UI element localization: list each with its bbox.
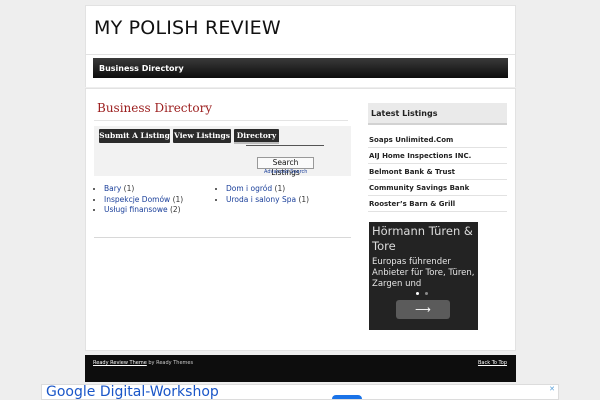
latest-listings-header: Latest Listings <box>368 103 507 125</box>
category-list-right: Dom i ogród (1) Uroda i salony Spa (1) <box>226 184 309 205</box>
search-input[interactable] <box>246 145 324 146</box>
category-link[interactable]: Uroda i salony Spa <box>226 195 296 204</box>
list-item: Usługi finansowe (2) <box>104 205 183 216</box>
category-link[interactable]: Bary <box>104 184 121 193</box>
navbar: Business Directory <box>85 55 516 87</box>
bottom-ad-button[interactable] <box>332 395 362 399</box>
category-link[interactable]: Dom i ogród <box>226 184 272 193</box>
list-item: Inspekcje Domów (1) <box>104 195 183 206</box>
site-title[interactable]: MY POLISH REVIEW <box>94 17 281 39</box>
list-item: Uroda i salony Spa (1) <box>226 195 309 206</box>
divider <box>94 237 351 238</box>
content-area: Business Directory Submit A Listing View… <box>85 88 516 351</box>
latest-listing-item[interactable]: Rooster’s Barn & Grill <box>368 196 507 212</box>
latest-listing-item[interactable]: Soaps Unlimited.Com <box>368 132 507 148</box>
category-count: (1) <box>172 194 184 204</box>
latest-listings-title: Latest Listings <box>371 109 438 118</box>
latest-listing-item[interactable]: Belmont Bank & Trust <box>368 164 507 180</box>
bottom-banner-ad[interactable]: Google Digital-Workshop ✕ <box>41 384 559 400</box>
submit-listing-button[interactable]: Submit A Listing <box>99 129 170 143</box>
latest-listing-item[interactable]: AIJ Home Inspections INC. <box>368 148 507 164</box>
page-title: Business Directory <box>97 101 213 115</box>
footer-credit: Ready Review Theme by Ready Themes <box>93 360 193 366</box>
view-listings-button[interactable]: View Listings <box>173 129 231 143</box>
button-shadow <box>234 142 279 144</box>
category-link[interactable]: Usługi finansowe <box>104 205 168 214</box>
directory-button[interactable]: Directory <box>234 129 279 143</box>
advanced-search-link[interactable]: Advanced Search <box>264 169 307 175</box>
ad-next-button[interactable]: ⟶ <box>396 300 450 319</box>
footer-by-text: by Ready Themes <box>146 360 194 366</box>
close-icon[interactable]: ✕ <box>549 385 555 393</box>
category-count: (1) <box>274 184 286 193</box>
sidebar-ad[interactable]: Hörmann Türen & Tore Europas führender A… <box>369 222 478 330</box>
site-footer: Ready Review Theme by Ready Themes Back … <box>85 355 516 382</box>
bottom-ad-headline[interactable]: Google Digital-Workshop <box>46 385 219 399</box>
latest-listing-item[interactable]: Community Savings Bank <box>368 180 507 196</box>
ad-text: Europas führender Anbieter für Tore, Tür… <box>372 257 475 289</box>
carousel-dot-active[interactable] <box>416 292 419 295</box>
theme-link[interactable]: Ready Review Theme <box>93 360 147 366</box>
divider <box>94 120 348 121</box>
nav-item-business-directory[interactable]: Business Directory <box>99 64 184 73</box>
list-item: Bary (1) <box>104 184 183 195</box>
navbar-bar: Business Directory <box>93 58 508 78</box>
category-link[interactable]: Inspekcje Domów <box>104 195 170 204</box>
ad-title[interactable]: Hörmann Türen & Tore <box>372 224 477 254</box>
search-listings-button[interactable]: Search Listings <box>257 157 314 177</box>
category-count: (1) <box>298 194 310 204</box>
category-count: (2) <box>169 205 181 214</box>
site-header: MY POLISH REVIEW <box>85 5 516 55</box>
list-item: Dom i ogród (1) <box>226 184 309 195</box>
back-to-top-link[interactable]: Back To Top <box>478 360 507 366</box>
directory-toolbar: Submit A Listing View Listings Directory… <box>94 126 351 177</box>
category-count: (1) <box>123 184 135 193</box>
category-list-left: Bary (1) Inspekcje Domów (1) Usługi fina… <box>104 184 183 216</box>
arrow-right-icon: ⟶ <box>415 303 431 316</box>
carousel-dot[interactable] <box>425 292 428 295</box>
